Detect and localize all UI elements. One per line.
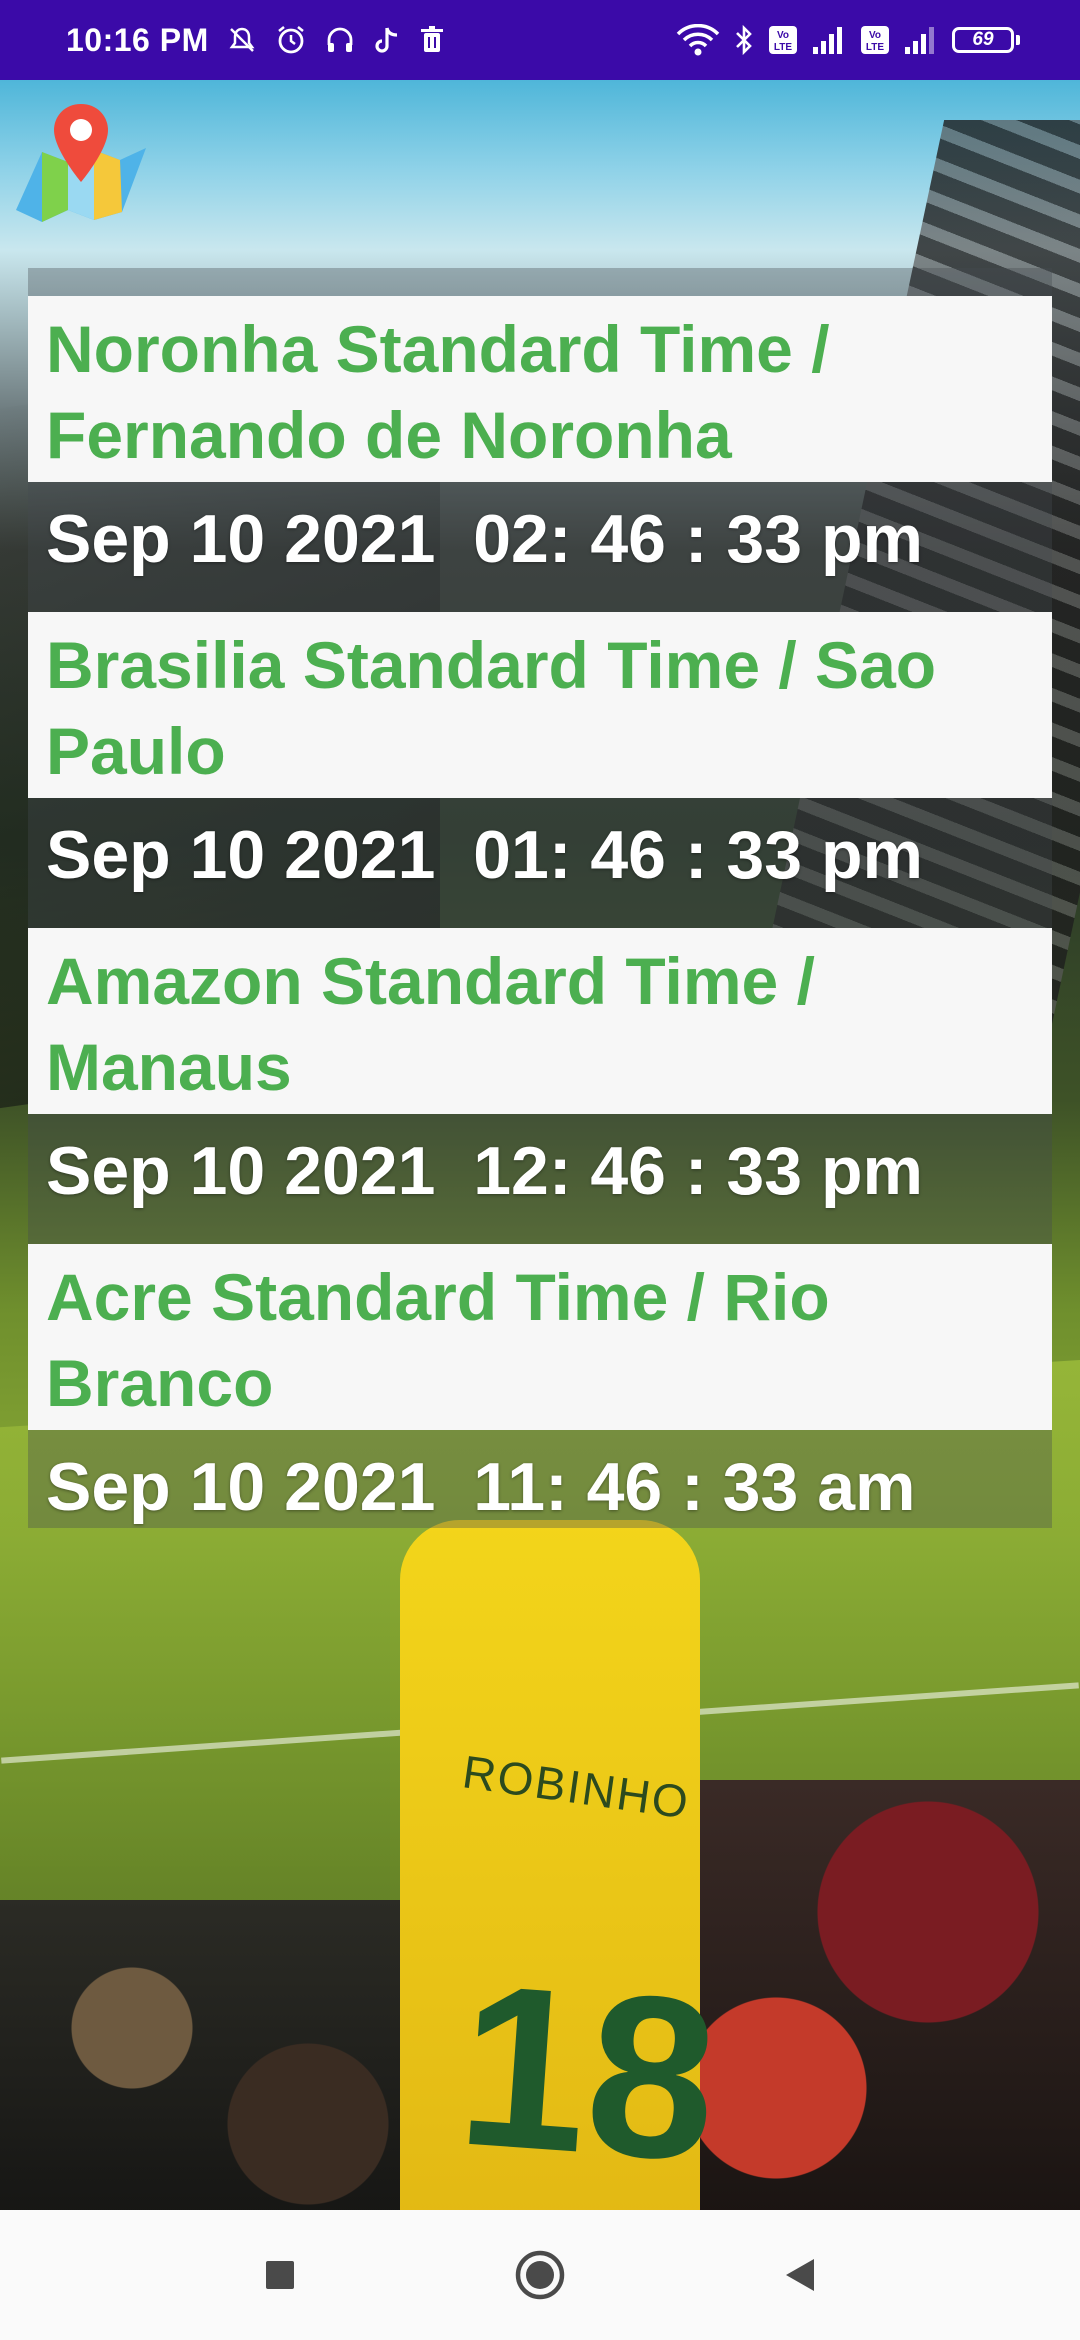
svg-text:LTE: LTE	[866, 42, 884, 53]
home-button[interactable]	[510, 2245, 570, 2305]
zone-name: Brasilia Standard Time / Sao Paulo	[28, 612, 1052, 798]
list-item[interactable]: Acre Standard Time / Rio Branco Sep 10 2…	[28, 1244, 1052, 1560]
signal-icon	[904, 25, 938, 55]
navigation-bar	[0, 2210, 1080, 2340]
status-bar: 10:16 PM Vo LTE Vo LTE 69	[0, 0, 1080, 80]
battery-level: 69	[952, 27, 1014, 53]
zone-time: Sep 10 2021 11: 46 : 33 am	[46, 1449, 916, 1525]
recents-button[interactable]	[250, 2245, 310, 2305]
svg-text:Vo: Vo	[777, 30, 789, 41]
jersey-number: 18	[451, 1935, 725, 2210]
svg-text:LTE: LTE	[774, 42, 792, 53]
system-icons: Vo LTE Vo LTE 69	[676, 24, 1020, 56]
volte-icon: Vo LTE	[768, 25, 798, 55]
home-circle-icon	[515, 2250, 565, 2300]
alarm-icon	[275, 24, 307, 56]
volte-icon: Vo LTE	[860, 25, 890, 55]
bluetooth-icon	[734, 24, 754, 56]
zone-name: Amazon Standard Time / Manaus	[28, 928, 1052, 1114]
wifi-icon	[676, 24, 720, 56]
zone-time: Sep 10 2021 02: 46 : 33 pm	[46, 501, 923, 577]
tiktok-icon	[373, 25, 401, 55]
time-zone-list: Noronha Standard Time / Fernando de Noro…	[28, 296, 1052, 1560]
list-item[interactable]: Amazon Standard Time / Manaus Sep 10 202…	[28, 928, 1052, 1244]
app-screen: 10:16 PM Vo LTE Vo LTE 69 ROBINHO 18 Nor…	[0, 0, 1080, 2340]
list-item[interactable]: Brasilia Standard Time / Sao Paulo Sep 1…	[28, 612, 1052, 928]
recents-square-icon	[266, 2261, 294, 2289]
zone-name: Noronha Standard Time / Fernando de Noro…	[28, 296, 1052, 482]
back-triangle-icon	[786, 2259, 814, 2291]
trash-icon	[419, 25, 445, 55]
signal-icon	[812, 25, 846, 55]
zone-time: Sep 10 2021 12: 46 : 33 pm	[46, 1133, 923, 1209]
status-time: 10:16 PM	[66, 21, 209, 58]
mute-icon	[227, 25, 257, 55]
svg-text:Vo: Vo	[869, 30, 881, 41]
headset-icon	[325, 25, 355, 55]
map-pin-icon[interactable]	[14, 100, 148, 224]
zone-name: Acre Standard Time / Rio Branco	[28, 1244, 1052, 1430]
zone-time: Sep 10 2021 01: 46 : 33 pm	[46, 817, 923, 893]
list-item[interactable]: Noronha Standard Time / Fernando de Noro…	[28, 296, 1052, 612]
notification-icons	[227, 24, 445, 56]
back-button[interactable]	[770, 2245, 830, 2305]
battery-icon: 69	[952, 27, 1020, 53]
